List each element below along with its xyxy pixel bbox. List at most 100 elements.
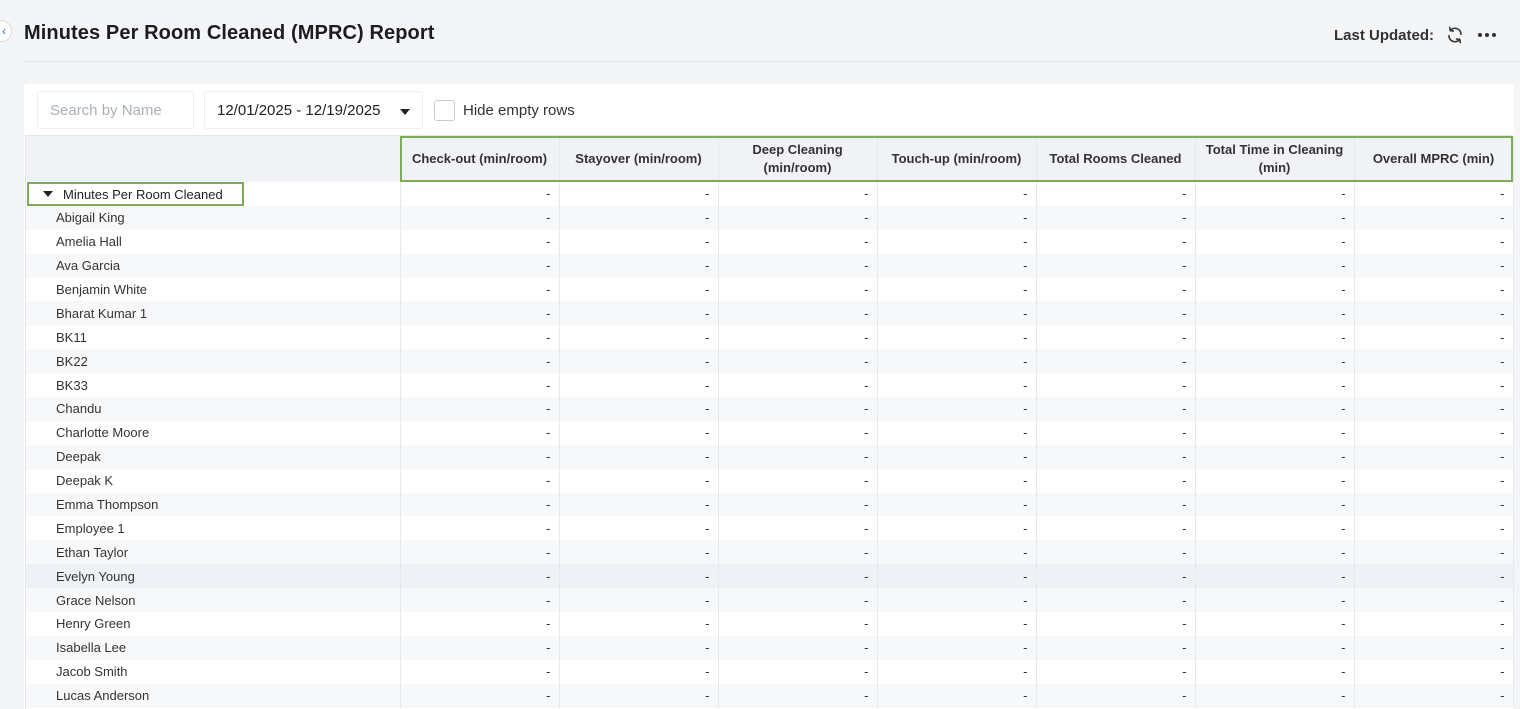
table-row[interactable]: BK33- - - - - - -	[26, 373, 1514, 398]
refresh-icon[interactable]	[1444, 24, 1466, 46]
table-cell: -	[400, 301, 560, 326]
column-header[interactable]: Deep Cleaning (min/room)	[718, 136, 878, 182]
table-cell: -	[400, 420, 560, 445]
table-row[interactable]: Jacob Smith - - - - - - -	[26, 659, 1514, 684]
table-cell: -	[400, 659, 560, 684]
table-row[interactable]: Benjamin White - - - - - - -	[26, 277, 1514, 302]
table-cell: -	[1036, 301, 1196, 326]
table-cell: -	[1036, 205, 1196, 230]
table-row[interactable]: Evelyn Young - - - - - - -	[26, 564, 1514, 589]
table-row[interactable]: Emma Thompson - - - - - - -	[26, 492, 1514, 517]
last-updated-label: Last Updated:	[1333, 26, 1434, 44]
table-cell: -	[718, 564, 878, 589]
column-header[interactable]: Overall MPRC (min)	[1354, 136, 1514, 182]
table-cell: -	[559, 253, 719, 278]
table-row[interactable]: Bharat Kumar 1-------	[26, 301, 1514, 326]
table-cell: -	[400, 325, 560, 350]
table-row[interactable]: Ethan Taylor - - - - - - -	[26, 540, 1514, 565]
column-header[interactable]: Total Rooms Cleaned	[1036, 136, 1196, 182]
table-row[interactable]: Employee 1-------	[26, 516, 1514, 541]
table-cell: -	[400, 205, 560, 230]
table-cell: -	[1036, 564, 1196, 589]
column-header[interactable]: Touch-up (min/room)	[877, 136, 1037, 182]
table-cell: -	[559, 229, 719, 254]
table-cell: -	[1036, 397, 1196, 421]
table-row[interactable]: Henry Green - - - - - - -	[26, 612, 1514, 636]
group-toggle[interactable]: Minutes Per Room Cleaned	[27, 182, 244, 206]
table-cell: -	[1195, 277, 1355, 302]
employee-name-cell: Employee 1	[26, 516, 401, 541]
employee-name-cell: Amelia Hall	[26, 229, 401, 254]
table-cell: -	[877, 444, 1037, 469]
table-row[interactable]: Ava Garcia - - - - - - -	[26, 253, 1514, 278]
search-input[interactable]	[37, 91, 194, 129]
report-panel: 12/01/2025 - 12/19/2025 Hide empty rows …	[24, 84, 1514, 709]
table-cell: -	[1354, 468, 1514, 493]
column-header[interactable]: Stayover (min/room)	[559, 136, 719, 182]
table-cell: -	[1036, 349, 1196, 374]
date-range-picker[interactable]: 12/01/2025 - 12/19/2025	[204, 91, 423, 129]
column-header[interactable]: Total Time in Cleaning (min)	[1195, 136, 1355, 182]
table-cell: -	[400, 397, 560, 421]
table-cell: -	[400, 492, 560, 517]
table-row[interactable]: Isabella Lee - - - - - - -	[26, 635, 1514, 660]
table-cell: -	[559, 564, 719, 589]
table-cell: -	[559, 373, 719, 398]
table-row[interactable]: Charlotte Moore - - - - - - -	[26, 420, 1514, 445]
table-cell: -	[400, 253, 560, 278]
table-cell: -	[1354, 564, 1514, 589]
employee-name-cell: Isabella Lee	[26, 635, 401, 660]
table-cell: -	[877, 182, 1037, 206]
employee-name-cell: Jacob Smith	[26, 659, 401, 684]
table-cell: -	[1195, 540, 1355, 565]
table-cell: -	[1354, 397, 1514, 421]
column-header[interactable]: Check-out (min/room)	[400, 136, 560, 182]
table-cell: -	[718, 182, 878, 206]
table-cell: -	[1195, 253, 1355, 278]
table-cell: -	[1195, 659, 1355, 684]
sidebar-collapse-button[interactable]: ‹	[0, 20, 12, 42]
table-cell: -	[1195, 397, 1355, 421]
table-cell: -	[877, 373, 1037, 398]
group-row[interactable]: Minutes Per Room Cleaned - - - - - - -	[26, 182, 1514, 206]
table-cell: -	[559, 468, 719, 493]
table-row[interactable]: Deepak K-------	[26, 468, 1514, 493]
table-cell: -	[400, 588, 560, 613]
table-cell: -	[718, 659, 878, 684]
table-cell: -	[400, 277, 560, 302]
hide-empty-rows-toggle[interactable]: Hide empty rows	[434, 99, 575, 121]
hide-empty-rows-checkbox[interactable]	[434, 99, 455, 121]
table-cell: -	[559, 301, 719, 326]
table-cell: -	[1036, 683, 1196, 708]
column-header-name	[26, 136, 401, 182]
employee-name-cell: Evelyn Young	[26, 564, 401, 589]
table-cell: -	[1354, 588, 1514, 613]
more-horizontal-icon[interactable]	[1476, 24, 1498, 46]
employee-name-cell: BK11	[26, 325, 401, 350]
table-row[interactable]: Chandu - - - - - - -	[26, 397, 1514, 421]
table-cell: -	[718, 468, 878, 493]
table-cell: -	[559, 420, 719, 445]
table-cell: -	[1195, 683, 1355, 708]
table-cell: -	[718, 397, 878, 421]
table-cell: -	[1354, 229, 1514, 254]
table-cell: -	[559, 540, 719, 565]
employee-name-cell: Henry Green	[26, 612, 401, 636]
table-cell: -	[1195, 229, 1355, 254]
table-cell: -	[559, 277, 719, 302]
table-row[interactable]: Deepak - - - - - - -	[26, 444, 1514, 469]
table-cell: -	[1036, 373, 1196, 398]
table-row[interactable]: Abigail King - - - - - - -	[26, 205, 1514, 230]
table-cell: -	[1036, 635, 1196, 660]
table-cell: -	[400, 612, 560, 636]
filter-toolbar: 12/01/2025 - 12/19/2025 Hide empty rows	[24, 84, 1514, 136]
table-cell: -	[718, 420, 878, 445]
table-cell: -	[1036, 253, 1196, 278]
caret-down-icon[interactable]	[43, 191, 53, 197]
table-cell: -	[1036, 516, 1196, 541]
table-row[interactable]: Lucas Anderson - - - - - - -	[26, 683, 1514, 708]
table-row[interactable]: Grace Nelson - - - - - - -	[26, 588, 1514, 613]
table-row[interactable]: BK11- - - - - - -	[26, 325, 1514, 350]
table-row[interactable]: BK22- - - - - - -	[26, 349, 1514, 374]
table-row[interactable]: Amelia Hall - - - - - - -	[26, 229, 1514, 254]
